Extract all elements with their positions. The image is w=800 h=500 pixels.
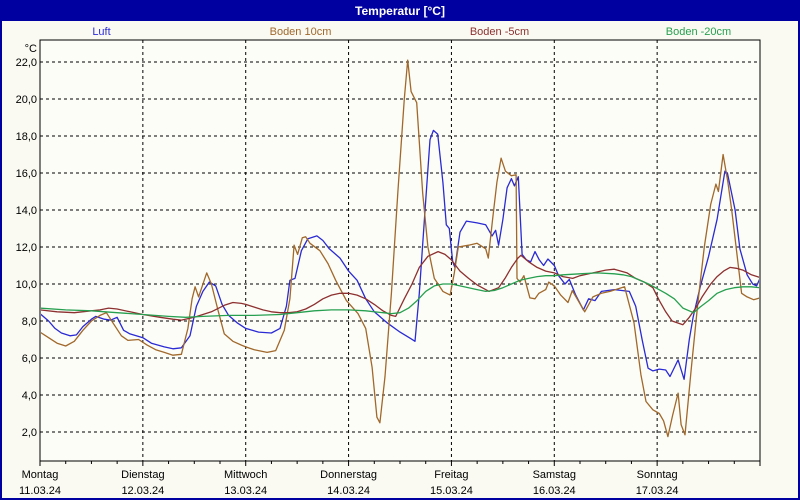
y-axis-tick-label: 4,0 bbox=[22, 390, 37, 402]
y-axis-tick-label: 10,0 bbox=[16, 279, 37, 291]
y-axis-tick-label: 16,0 bbox=[16, 168, 37, 180]
y-axis-tick-label: 14,0 bbox=[16, 205, 37, 217]
temperature-chart-window: Temperatur [°C] Luft Boden 10cm Boden -5… bbox=[0, 0, 800, 500]
x-axis-day-label: Samstag bbox=[533, 469, 576, 481]
y-axis-tick-label: 8,0 bbox=[22, 316, 37, 328]
x-axis-day-label: Sonntag bbox=[637, 469, 678, 481]
x-axis-date-label: 16.03.24 bbox=[533, 485, 576, 497]
x-axis-date-label: 17.03.24 bbox=[636, 485, 679, 497]
x-axis-day-label: Freitag bbox=[434, 469, 468, 481]
plot-area: 22,0 20,0 18,0 16,0 14,0 12,0 10,0 8,0 6,0 4,0 2,0… bbox=[16, 39, 761, 497]
x-axis-date-label: 11.03.24 bbox=[19, 485, 61, 497]
y-axis-tick-label: 2,0 bbox=[22, 427, 37, 439]
y-axis-tick-label: 12,0 bbox=[16, 242, 37, 254]
x-axis-day-label: Dienstag bbox=[121, 469, 164, 481]
x-axis-day-label: Montag bbox=[22, 469, 59, 481]
plot-border bbox=[39, 39, 761, 462]
x-axis-date-label: 15.03.24 bbox=[430, 485, 473, 497]
x-axis-date-label: 14.03.24 bbox=[327, 485, 370, 497]
y-axis-tick-label: 22,0 bbox=[16, 57, 37, 69]
y-axis-tick-label: 6,0 bbox=[22, 353, 37, 365]
x-axis-date-label: 12.03.24 bbox=[121, 485, 164, 497]
x-axis-day-label: Donnerstag bbox=[320, 469, 377, 481]
x-axis-day-label: Mittwoch bbox=[224, 469, 267, 481]
y-axis-unit-label: °C bbox=[25, 43, 37, 55]
y-axis-tick-label: 18,0 bbox=[16, 131, 37, 143]
x-axis-date-label: 13.03.24 bbox=[224, 485, 267, 497]
y-axis-tick-label: 20,0 bbox=[16, 94, 37, 106]
